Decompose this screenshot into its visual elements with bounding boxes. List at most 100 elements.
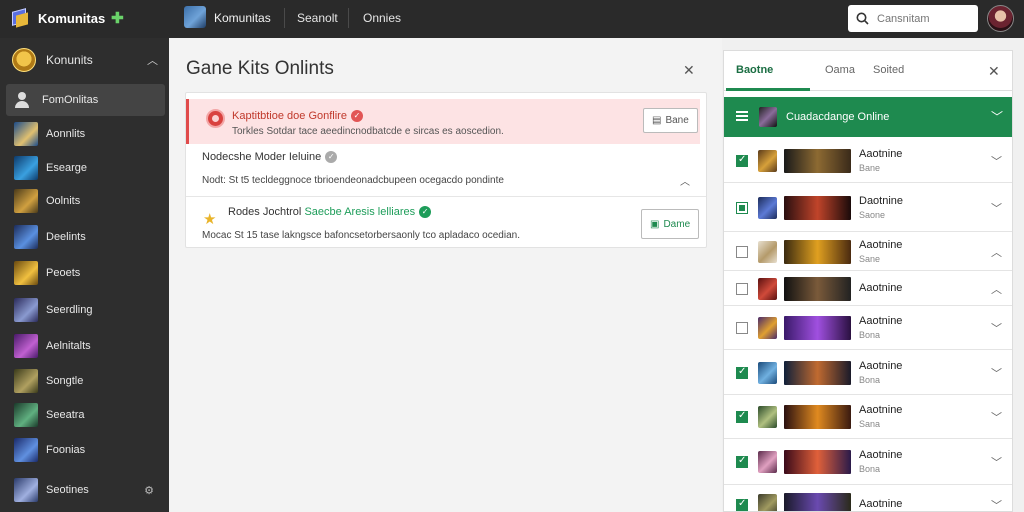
close-icon[interactable]: ✕ bbox=[988, 63, 1000, 80]
game-thumb-icon bbox=[14, 261, 38, 285]
item-title: Aaotnine bbox=[859, 281, 903, 294]
close-icon[interactable]: ✕ bbox=[683, 62, 695, 79]
game-thumb-icon bbox=[14, 369, 38, 393]
list-item[interactable]: Aaotnine Bona ﹀ bbox=[724, 350, 1012, 395]
sidebar-item-label: Aelnitalts bbox=[46, 340, 91, 352]
sidebar-item-active[interactable]: FomOnlitas bbox=[6, 84, 165, 116]
tab-bar: Baotne Oama Soited ✕ bbox=[724, 51, 1012, 91]
save-icon: ▣ bbox=[650, 218, 660, 230]
chevron-up-icon[interactable]: ︿ bbox=[147, 52, 158, 68]
tab-3[interactable]: Soited bbox=[873, 64, 904, 76]
alert-action-button[interactable]: ▤ Bane bbox=[643, 108, 698, 133]
search-input[interactable] bbox=[877, 12, 967, 25]
side-panel: Baotne Oama Soited ✕ Cuadacdange Online … bbox=[723, 50, 1013, 512]
item-checkbox[interactable] bbox=[736, 455, 748, 468]
chevron-down-icon[interactable]: ﹀ bbox=[991, 409, 1002, 425]
chevron-down-icon[interactable]: ﹀ bbox=[991, 320, 1002, 336]
item-subtitle: Bane bbox=[859, 162, 881, 173]
sidebar-item[interactable]: Songtle bbox=[14, 368, 164, 394]
game-banner bbox=[784, 405, 851, 429]
check-icon: ✓ bbox=[350, 110, 363, 123]
group-header[interactable]: Cuadacdange Online ﹀ bbox=[724, 97, 1012, 137]
top-bar: Komunitas ✚ Komunitas Seanolt Onnies bbox=[0, 0, 1024, 38]
sidebar-item[interactable]: Esearge bbox=[14, 155, 164, 181]
main-content: Gane Kits Onlints ✕ Kaptitbtioe doe Gonf… bbox=[169, 38, 722, 512]
sidebar-item[interactable]: Peoets bbox=[14, 260, 164, 286]
list-item[interactable]: Aaotnine Sana ﹀ bbox=[724, 395, 1012, 439]
chevron-up-icon[interactable]: ︿ bbox=[991, 244, 1002, 260]
item-checkbox[interactable] bbox=[736, 366, 748, 379]
item-checkbox[interactable] bbox=[736, 245, 748, 258]
chevron-down-icon[interactable]: ﹀ bbox=[991, 200, 1002, 216]
sidebar-item-label: Peoets bbox=[46, 267, 81, 279]
item-checkbox[interactable] bbox=[736, 322, 748, 334]
item-checkbox[interactable] bbox=[736, 154, 748, 167]
chevron-down-icon[interactable]: ﹀ bbox=[991, 497, 1002, 511]
status-link[interactable]: Saecbe Aresis lelliares bbox=[304, 206, 415, 218]
list-item[interactable]: Aaotnine ︿ bbox=[724, 271, 1012, 306]
game-banner bbox=[784, 360, 851, 385]
item-title: Aaotnine bbox=[859, 404, 903, 416]
tab-1[interactable]: Baotne bbox=[736, 64, 773, 76]
game-thumbnail bbox=[758, 451, 777, 473]
alert-icon bbox=[206, 109, 225, 128]
sidebar-item[interactable]: Seerdling bbox=[14, 297, 164, 323]
sidebar-item[interactable]: Seotines ⚙ bbox=[14, 477, 164, 503]
item-subtitle: Bona bbox=[859, 374, 881, 385]
chevron-up-icon[interactable]: ︿ bbox=[991, 281, 1002, 297]
game-banner bbox=[784, 276, 851, 301]
chevron-down-icon[interactable]: ﹀ bbox=[991, 454, 1002, 470]
item-title: Aaotnine bbox=[859, 359, 903, 372]
sidebar-item-label: Seotines bbox=[46, 484, 89, 496]
menu-icon[interactable] bbox=[736, 111, 748, 121]
sidebar-header[interactable]: Konunits ︿ bbox=[12, 48, 162, 72]
sidebar-item-label: Deelints bbox=[46, 231, 86, 243]
list-item[interactable]: Aaotnine ﹀ bbox=[724, 485, 1012, 511]
user-avatar[interactable] bbox=[987, 5, 1014, 32]
sidebar-item[interactable]: Aonnlits bbox=[14, 121, 164, 147]
list-item[interactable]: Aaotnine Bona ﹀ bbox=[724, 439, 1012, 485]
item-subtitle: Bona bbox=[859, 464, 881, 474]
page-title: Gane Kits Onlints bbox=[186, 58, 334, 79]
divider bbox=[348, 8, 349, 28]
chevron-down-icon[interactable]: ﹀ bbox=[991, 108, 1003, 125]
sidebar-item-label: Esearge bbox=[46, 162, 87, 174]
item-title: Aaotnine bbox=[859, 449, 903, 461]
item-title: Aaotnine bbox=[859, 315, 903, 327]
tab-2[interactable]: Oama bbox=[825, 64, 855, 76]
chevron-down-icon[interactable]: ﹀ bbox=[991, 365, 1002, 381]
sidebar-item[interactable]: Oolnits bbox=[14, 188, 164, 214]
game-thumb-icon bbox=[14, 189, 38, 213]
group-title: Cuadacdange Online bbox=[786, 111, 890, 123]
game-thumbnail bbox=[758, 196, 777, 219]
community-avatar[interactable] bbox=[184, 6, 206, 28]
nav-link-2[interactable]: Onnies bbox=[363, 11, 401, 25]
list-item[interactable]: Aaotnine Sane ︿ bbox=[724, 232, 1012, 271]
alert-title: Kaptitbtioe doe Gonflire bbox=[232, 110, 347, 122]
nav-link-1[interactable]: Seanolt bbox=[297, 11, 338, 25]
item-checkbox[interactable] bbox=[736, 410, 748, 423]
brand[interactable]: Komunitas ✚ bbox=[12, 6, 124, 30]
list-item[interactable]: Aaotnine Bona ﹀ bbox=[724, 306, 1012, 350]
search-box[interactable] bbox=[848, 5, 978, 32]
list-item[interactable]: Daotnine Saone ﹀ bbox=[724, 183, 1012, 232]
sidebar-item[interactable]: Aelnitalts bbox=[14, 333, 164, 359]
list-item[interactable]: Aaotnine Bane ﹀ bbox=[724, 138, 1012, 183]
gear-icon[interactable]: ⚙ bbox=[144, 484, 154, 497]
chevron-down-icon[interactable]: ﹀ bbox=[991, 153, 1002, 169]
item-title: Aaotnine bbox=[859, 147, 903, 160]
item-checkbox[interactable] bbox=[736, 498, 748, 511]
sidebar-item[interactable]: Deelints bbox=[14, 224, 164, 250]
game-thumbnail bbox=[758, 317, 777, 339]
action-button[interactable]: ▣ Dame bbox=[641, 209, 700, 239]
item-checkbox[interactable] bbox=[736, 282, 748, 295]
game-banner bbox=[784, 239, 851, 264]
sidebar-item[interactable]: Seeatra bbox=[14, 402, 164, 428]
person-icon bbox=[14, 92, 30, 108]
sidebar-item[interactable]: Foonias bbox=[14, 437, 164, 463]
game-banner bbox=[784, 450, 851, 474]
item-checkbox[interactable] bbox=[736, 201, 748, 214]
game-thumbnail bbox=[758, 149, 777, 172]
game-banner bbox=[784, 493, 851, 511]
chevron-up-icon[interactable]: ︿ bbox=[680, 173, 690, 188]
